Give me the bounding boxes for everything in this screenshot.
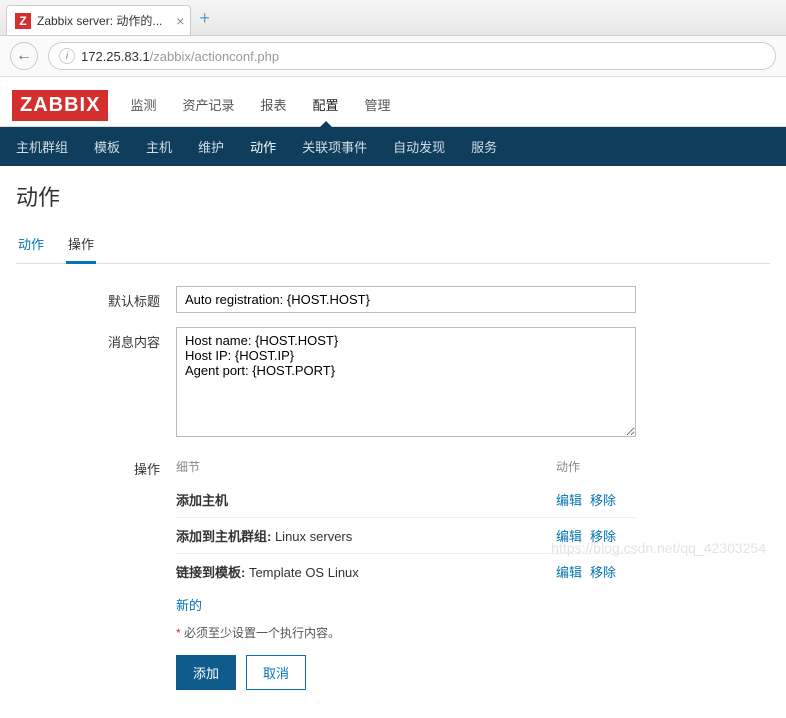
message-textarea[interactable]	[176, 327, 636, 437]
page-body: 动作 动作操作 默认标题 消息内容 操作 细节 动作 添加主机编辑	[0, 166, 786, 718]
sub-nav-item[interactable]: 主机	[142, 127, 176, 166]
remove-link[interactable]: 移除	[590, 490, 616, 509]
table-row: 添加到主机群组: Linux servers编辑移除	[176, 517, 636, 553]
sub-nav-item[interactable]: 关联项事件	[298, 127, 371, 166]
top-nav-item[interactable]: 管理	[361, 85, 395, 126]
zabbix-logo[interactable]: ZABBIX	[12, 90, 108, 121]
browser-tab[interactable]: Z Zabbix server: 动作的... ×	[6, 5, 191, 35]
label-message: 消息内容	[76, 327, 176, 440]
table-row: 链接到模板: Template OS Linux编辑移除	[176, 553, 636, 589]
operation-detail: 链接到模板: Template OS Linux	[176, 562, 556, 581]
top-nav-item[interactable]: 报表	[256, 85, 290, 126]
favicon-icon: Z	[15, 13, 31, 29]
remove-link[interactable]: 移除	[590, 526, 616, 545]
cancel-button[interactable]: 取消	[246, 655, 306, 690]
app-header: ZABBIX 监测资产记录报表配置管理	[0, 77, 786, 127]
subject-input[interactable]	[176, 286, 636, 313]
label-subject: 默认标题	[76, 286, 176, 313]
operation-actions: 编辑移除	[556, 490, 636, 509]
col-detail-header: 细节	[176, 458, 556, 475]
page-title: 动作	[16, 180, 770, 212]
top-nav-item[interactable]: 资产记录	[178, 85, 238, 126]
sub-nav-item[interactable]: 维护	[194, 127, 228, 166]
url-input[interactable]: i 172.25.83.1/zabbix/actionconf.php	[48, 42, 776, 70]
col-action-header: 动作	[556, 458, 636, 475]
new-tab-button[interactable]: +	[199, 8, 210, 29]
operation-actions: 编辑移除	[556, 526, 636, 545]
operation-detail: 添加主机	[176, 490, 556, 509]
url-path: /zabbix/actionconf.php	[150, 49, 279, 64]
top-nav-item[interactable]: 配置	[309, 85, 343, 126]
add-button[interactable]: 添加	[176, 655, 236, 690]
sub-nav-item[interactable]: 自动发现	[389, 127, 449, 166]
back-button[interactable]: ←	[10, 42, 38, 70]
label-operations: 操作	[76, 454, 176, 690]
tab-title: Zabbix server: 动作的...	[37, 12, 162, 29]
validation-note: 必须至少设置一个执行内容。	[176, 624, 636, 641]
sub-nav-item[interactable]: 动作	[246, 127, 280, 166]
operations-table: 细节 动作 添加主机编辑移除添加到主机群组: Linux servers编辑移除…	[176, 454, 636, 616]
top-nav-item[interactable]: 监测	[126, 85, 160, 126]
inner-tab[interactable]: 操作	[66, 226, 96, 264]
edit-link[interactable]: 编辑	[556, 490, 582, 509]
close-icon[interactable]: ×	[176, 13, 184, 29]
sub-nav-item[interactable]: 模板	[90, 127, 124, 166]
top-nav: 监测资产记录报表配置管理	[126, 85, 394, 126]
browser-tab-strip: Z Zabbix server: 动作的... × +	[0, 0, 786, 36]
inner-tabs: 动作操作	[16, 226, 770, 264]
table-row: 添加主机编辑移除	[176, 482, 636, 517]
edit-link[interactable]: 编辑	[556, 526, 582, 545]
sub-nav-item[interactable]: 主机群组	[12, 127, 72, 166]
sub-nav: 主机群组模板主机维护动作关联项事件自动发现服务	[0, 127, 786, 166]
action-form: 默认标题 消息内容 操作 细节 动作 添加主机编辑移除添加到主机群组: Linu…	[76, 286, 770, 690]
sub-nav-item[interactable]: 服务	[467, 127, 501, 166]
address-bar: ← i 172.25.83.1/zabbix/actionconf.php	[0, 36, 786, 77]
operation-detail: 添加到主机群组: Linux servers	[176, 526, 556, 545]
operation-actions: 编辑移除	[556, 562, 636, 581]
edit-link[interactable]: 编辑	[556, 562, 582, 581]
table-header: 细节 动作	[176, 454, 636, 482]
inner-tab[interactable]: 动作	[16, 226, 46, 263]
remove-link[interactable]: 移除	[590, 562, 616, 581]
info-icon: i	[59, 48, 75, 64]
url-host: 172.25.83.1	[81, 49, 150, 64]
